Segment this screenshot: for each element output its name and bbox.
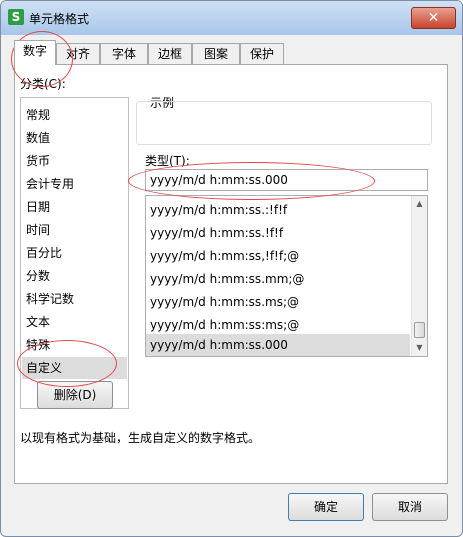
list-item[interactable]: 百分比 — [26, 242, 125, 264]
list-item[interactable]: 数值 — [26, 127, 125, 149]
category-label: 分类(C): — [20, 77, 66, 91]
list-item-selected[interactable]: 自定义 — [22, 357, 127, 379]
ok-button[interactable]: 确定 — [288, 493, 364, 521]
format-cells-dialog: S 单元格格式 ✕ 数字 对齐 字体 边框 图案 保护 分类(C): 常规 数值… — [0, 0, 463, 537]
title-bar[interactable]: S 单元格格式 ✕ — [1, 1, 462, 35]
list-item[interactable]: 文本 — [26, 311, 125, 333]
list-item[interactable]: yyyy/m/d h:mm:ss,!f!f;@ — [150, 245, 409, 268]
format-list[interactable]: yyyy/m/d h:mm:ss.:!f!f yyyy/m/d h:mm:ss.… — [145, 195, 428, 357]
list-item[interactable]: yyyy/m/d h:mm:ss.mm;@ — [150, 268, 409, 291]
scrollbar-thumb[interactable] — [414, 322, 425, 338]
chevron-up-icon[interactable]: ▲ — [412, 196, 427, 212]
type-label: 类型(T): — [145, 154, 190, 168]
close-button[interactable]: ✕ — [411, 7, 456, 29]
list-item[interactable]: yyyy/m/d h:mm:ss.!f!f — [150, 222, 409, 245]
list-item[interactable]: yyyy/m/d h:mm:ss.:!f!f — [150, 199, 409, 222]
cancel-button[interactable]: 取消 — [372, 493, 448, 521]
category-list[interactable]: 常规 数值 货币 会计专用 日期 时间 百分比 分数 科学记数 文本 特殊 自定… — [20, 97, 129, 409]
list-item[interactable]: 日期 — [26, 196, 125, 218]
delete-button[interactable]: 删除(D) — [37, 381, 113, 409]
tab-alignment[interactable]: 对齐 — [56, 43, 100, 64]
list-item[interactable]: yyyy/m/d h:mm:ss.ms;@ — [150, 291, 409, 314]
list-item[interactable]: 分数 — [26, 265, 125, 287]
scrollbar[interactable]: ▲ ▼ — [411, 196, 427, 356]
close-icon: ✕ — [427, 10, 440, 26]
list-item[interactable]: 货币 — [26, 150, 125, 172]
dialog-content: 数字 对齐 字体 边框 图案 保护 分类(C): 常规 数值 货币 会计专用 日… — [7, 35, 456, 530]
list-item-selected[interactable]: yyyy/m/d h:mm:ss.000 — [146, 334, 410, 356]
list-item[interactable]: 时间 — [26, 219, 125, 241]
list-item[interactable]: 科学记数 — [26, 288, 125, 310]
sample-group — [136, 101, 432, 145]
tab-number[interactable]: 数字 — [14, 40, 56, 65]
hint-text: 以现有格式为基础，生成自定义的数字格式。 — [20, 431, 261, 445]
type-input[interactable]: yyyy/m/d h:mm:ss.000 — [145, 169, 428, 191]
tab-font[interactable]: 字体 — [100, 43, 148, 64]
wps-spreadsheet-icon: S — [8, 9, 24, 25]
chevron-down-icon[interactable]: ▼ — [412, 340, 427, 356]
tab-protection[interactable]: 保护 — [240, 43, 284, 64]
list-item[interactable]: 会计专用 — [26, 173, 125, 195]
dialog-title: 单元格格式 — [29, 12, 90, 26]
tab-patterns[interactable]: 图案 — [192, 43, 240, 64]
list-item[interactable]: 常规 — [26, 104, 125, 126]
list-item[interactable]: 特殊 — [26, 334, 125, 356]
tab-border[interactable]: 边框 — [148, 43, 192, 64]
